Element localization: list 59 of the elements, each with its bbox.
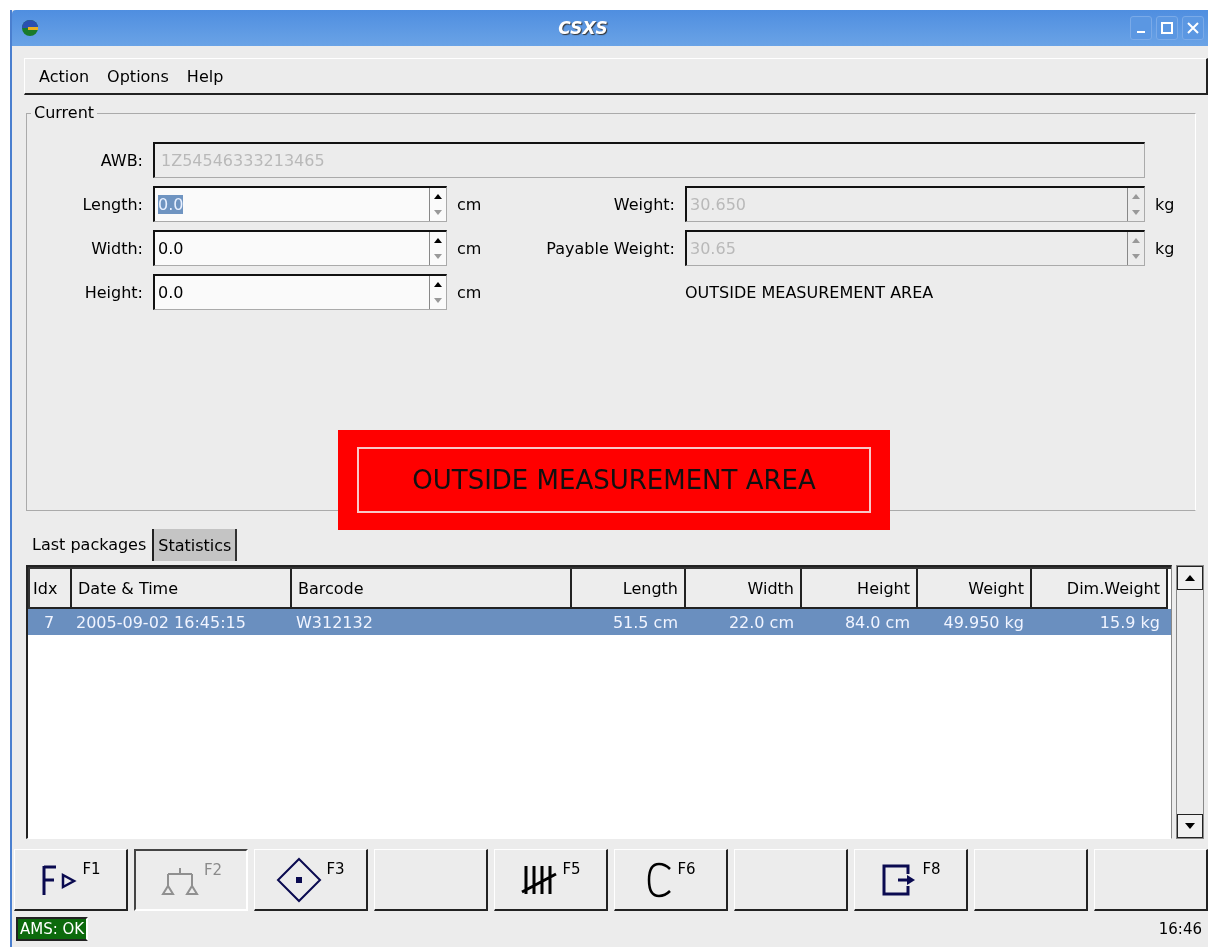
function-key-button[interactable]: F3 bbox=[254, 849, 368, 911]
function-key-button[interactable]: F1 bbox=[14, 849, 128, 911]
unit-label: kg bbox=[1155, 238, 1176, 258]
column-header[interactable]: Height bbox=[802, 569, 918, 609]
up-arrow-icon bbox=[1185, 575, 1195, 581]
down-arrow-icon bbox=[1185, 823, 1195, 829]
column-header[interactable]: Date & Time bbox=[72, 569, 292, 609]
unit-label: cm bbox=[457, 238, 483, 258]
close-button[interactable] bbox=[1182, 16, 1204, 40]
field-label: Weight: bbox=[612, 194, 675, 214]
spin-down-icon[interactable] bbox=[434, 210, 442, 216]
unit-label: cm bbox=[457, 282, 483, 302]
function-key-button[interactable] bbox=[734, 849, 848, 911]
spin-down-icon[interactable] bbox=[434, 254, 442, 260]
maximize-icon bbox=[1161, 22, 1173, 34]
field-label: AWB: bbox=[99, 150, 143, 170]
scroll-up-button[interactable] bbox=[1177, 566, 1203, 590]
column-header[interactable]: Barcode bbox=[292, 569, 572, 609]
scroll-down-button[interactable] bbox=[1177, 814, 1203, 838]
function-key-button[interactable]: F8 bbox=[854, 849, 968, 911]
number-field[interactable]: 0.0 bbox=[153, 230, 447, 266]
function-key-button[interactable]: F5 bbox=[494, 849, 608, 911]
menu-item[interactable]: Action bbox=[35, 64, 98, 88]
column-header[interactable]: Width bbox=[686, 569, 802, 609]
field-label: Payable Weight: bbox=[545, 238, 675, 258]
function-key-button[interactable] bbox=[374, 849, 488, 911]
app-logo-icon bbox=[20, 19, 40, 37]
status-message: OUTSIDE MEASUREMENT AREA bbox=[685, 282, 935, 302]
field-label: Height: bbox=[83, 282, 143, 302]
function-key-button[interactable]: F6 bbox=[614, 849, 728, 911]
clock-text: 16:46 bbox=[1158, 920, 1202, 938]
maximize-button[interactable] bbox=[1156, 16, 1178, 40]
tab[interactable]: Statistics bbox=[152, 529, 238, 561]
minimize-icon bbox=[1137, 31, 1145, 33]
alert-message: OUTSIDE MEASUREMENT AREA bbox=[357, 447, 871, 513]
scrollbar[interactable] bbox=[1176, 565, 1204, 839]
function-key-button[interactable] bbox=[974, 849, 1088, 911]
unit-label: kg bbox=[1155, 194, 1176, 214]
f-play-icon bbox=[40, 863, 79, 896]
spin-up-icon[interactable] bbox=[434, 237, 442, 243]
column-header[interactable]: Weight bbox=[918, 569, 1032, 609]
function-key-button[interactable] bbox=[1094, 849, 1208, 911]
number-field[interactable]: 0.0 bbox=[153, 274, 447, 310]
ams-status: AMS: OK bbox=[16, 917, 89, 941]
column-header[interactable]: Length bbox=[572, 569, 686, 609]
menu-item[interactable]: Help bbox=[182, 64, 232, 88]
field-label: Length: bbox=[81, 194, 143, 214]
spin-down-icon[interactable] bbox=[434, 298, 442, 304]
close-icon bbox=[1187, 22, 1199, 34]
window-title: CSXS bbox=[557, 18, 609, 38]
field-label: Width: bbox=[90, 238, 143, 258]
column-header[interactable]: Idx bbox=[30, 569, 72, 609]
minimize-button[interactable] bbox=[1130, 16, 1152, 40]
c-letter-icon bbox=[645, 860, 674, 899]
column-header[interactable]: Dim.Weight bbox=[1032, 569, 1168, 609]
unit-label: cm bbox=[457, 194, 483, 214]
menu-item[interactable]: Options bbox=[103, 64, 177, 88]
spin-up-icon[interactable] bbox=[434, 281, 442, 287]
spin-up-icon[interactable] bbox=[434, 193, 442, 199]
